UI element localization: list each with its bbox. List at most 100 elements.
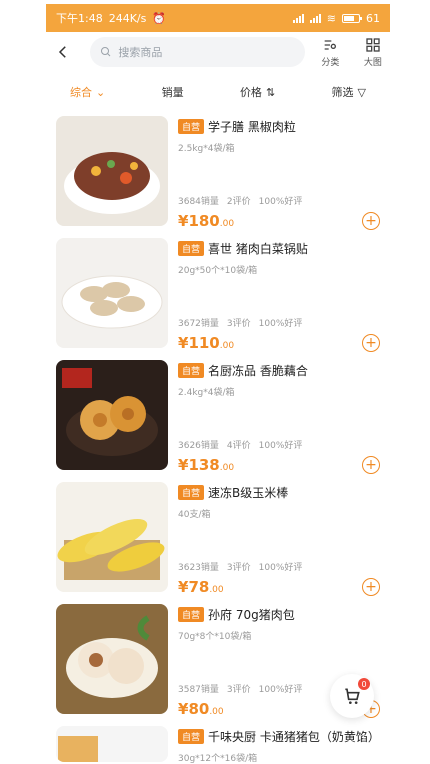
back-button[interactable]	[46, 34, 80, 70]
product-meta: 3623销量 3评价 100%好评	[178, 560, 302, 573]
sales-count: 3587销量	[178, 685, 219, 695]
price: ¥180.00	[178, 212, 235, 230]
product-card[interactable]: 自营 千味央厨 卡通猪猪包（奶黄馅） 30g*12个*16袋/箱	[46, 722, 390, 764]
search-placeholder: 搜索商品	[118, 46, 163, 59]
price: ¥80.00	[178, 700, 224, 718]
review-count: 3评价	[226, 319, 251, 329]
good-rate: 100%好评	[258, 197, 303, 207]
good-rate: 100%好评	[258, 563, 303, 573]
product-title: 名厨冻品 香脆藕合	[208, 364, 308, 378]
product-spec: 30g*12个*16袋/箱	[178, 754, 258, 764]
price: ¥110.00	[178, 334, 235, 352]
product-image	[56, 238, 168, 348]
battery-level: 61	[366, 11, 380, 25]
sales-count: 3626销量	[178, 441, 219, 451]
good-rate: 100%好评	[258, 685, 303, 695]
sort-sales-label: 销量	[161, 86, 184, 99]
good-rate: 100%好评	[258, 319, 303, 329]
wifi-icon: ≋	[326, 11, 336, 25]
cart-icon	[345, 688, 360, 704]
product-meta: 3672销量 3评价 100%好评	[178, 316, 302, 329]
grid-icon	[366, 37, 380, 52]
product-title: 喜世 猪肉白菜锅贴	[208, 242, 308, 256]
price-row: ¥180.00 +	[178, 212, 380, 230]
product-image	[56, 116, 168, 226]
status-right: ≋ 61	[292, 11, 380, 25]
product-meta: 3587销量 3评价 100%好评	[178, 682, 302, 695]
battery-icon	[342, 13, 362, 23]
price-row: ¥138.00 +	[178, 456, 380, 474]
top-bar: 搜索商品 分类 大图	[46, 34, 390, 70]
category-label: 分类	[321, 57, 340, 68]
review-count: 3评价	[226, 563, 251, 573]
status-bar: 下午1:48 244K/s ⏰ ≋ 61	[46, 4, 390, 32]
sort-price-label: 价格	[239, 86, 262, 99]
add-to-cart-button[interactable]: +	[362, 334, 380, 352]
category-icon	[325, 39, 337, 50]
category-button[interactable]: 分类	[313, 37, 347, 68]
tag-self-operated: 自营	[178, 119, 205, 134]
price: ¥78.00	[178, 578, 224, 596]
sales-count: 3623销量	[178, 563, 219, 573]
signal-icon	[292, 13, 304, 23]
sort-sales[interactable]: 销量	[162, 84, 184, 100]
alarm-icon: ⏰	[152, 11, 167, 25]
filter-button[interactable]: 筛选 ▽	[332, 84, 366, 100]
review-count: 3评价	[226, 685, 251, 695]
filter-icon: ▽	[357, 85, 366, 99]
price-row: ¥110.00 +	[178, 334, 380, 352]
search-icon	[101, 47, 111, 57]
chevron-down-icon: ⌄	[96, 85, 106, 99]
tag-self-operated: 自营	[178, 607, 205, 622]
good-rate: 100%好评	[258, 441, 303, 451]
search-input[interactable]: 搜索商品	[90, 37, 306, 67]
product-title: 孙府 70g猪肉包	[208, 608, 295, 622]
product-image	[56, 360, 168, 470]
sort-price[interactable]: 价格 ⇅	[240, 84, 275, 100]
bigview-label: 大图	[363, 57, 382, 68]
sort-all[interactable]: 综合 ⌄	[70, 84, 105, 100]
tag-self-operated: 自营	[178, 363, 205, 378]
product-title: 千味央厨 卡通猪猪包（奶黄馅）	[208, 730, 380, 744]
product-meta: 3626销量 4评价 100%好评	[178, 438, 302, 451]
sort-bar: 综合 ⌄ 销量 价格 ⇅ 筛选 ▽	[46, 78, 390, 106]
review-count: 2评价	[226, 197, 251, 207]
cart-badge: 0	[358, 678, 370, 690]
sort-arrows-icon: ⇅	[265, 85, 276, 99]
sales-count: 3672销量	[178, 319, 219, 329]
product-image	[56, 604, 168, 714]
status-left: 下午1:48 244K/s ⏰	[56, 10, 166, 26]
back-arrow-icon	[59, 46, 66, 58]
add-to-cart-button[interactable]: +	[362, 212, 380, 230]
sales-count: 3684销量	[178, 197, 219, 207]
tag-self-operated: 自营	[178, 241, 205, 256]
filter-label: 筛选	[331, 86, 354, 99]
product-meta: 3684销量 2评价 100%好评	[178, 194, 302, 207]
product-title: 速冻B级玉米棒	[208, 486, 289, 500]
tag-self-operated: 自营	[178, 729, 205, 744]
price: ¥138.00	[178, 456, 235, 474]
tag-self-operated: 自营	[178, 485, 205, 500]
bigview-button[interactable]: 大图	[356, 37, 390, 68]
status-time: 下午1:48	[56, 12, 103, 25]
product-card[interactable]: 自营 学子膳 黑椒肉粒 2.5kg*4袋/箱 3684销量 2评价 100%好评…	[46, 112, 390, 234]
product-spec: 40支/箱	[178, 510, 211, 520]
sort-all-label: 综合	[70, 86, 92, 99]
product-title: 学子膳 黑椒肉粒	[208, 120, 296, 134]
signal-icon-2	[309, 13, 321, 23]
review-count: 4评价	[226, 441, 251, 451]
product-card[interactable]: 自营 速冻B级玉米棒 40支/箱 3623销量 3评价 100%好评 ¥78.0…	[46, 478, 390, 600]
product-image	[56, 726, 168, 762]
product-list: 自营 学子膳 黑椒肉粒 2.5kg*4袋/箱 3684销量 2评价 100%好评…	[46, 112, 390, 764]
product-spec: 20g*50个*10袋/箱	[178, 266, 258, 276]
add-to-cart-button[interactable]: +	[362, 578, 380, 596]
status-speed: 244K/s	[108, 11, 147, 25]
product-spec: 70g*8个*10袋/箱	[178, 632, 252, 642]
product-card[interactable]: 自营 名厨冻品 香脆藕合 2.4kg*4袋/箱 3626销量 4评价 100%好…	[46, 356, 390, 478]
product-spec: 2.4kg*4袋/箱	[178, 388, 235, 398]
add-to-cart-button[interactable]: +	[362, 456, 380, 474]
price-row: ¥78.00 +	[178, 578, 380, 596]
product-card[interactable]: 自营 喜世 猪肉白菜锅贴 20g*50个*10袋/箱 3672销量 3评价 10…	[46, 234, 390, 356]
cart-button[interactable]: 0	[330, 674, 374, 718]
product-image	[56, 482, 168, 592]
